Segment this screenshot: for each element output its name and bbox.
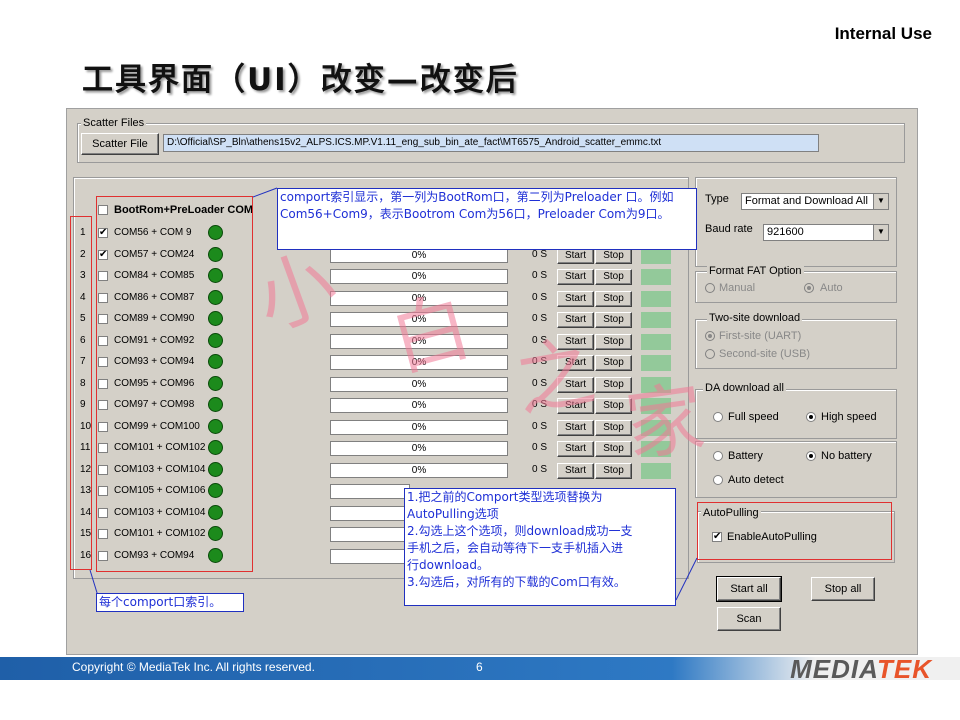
autopulling-note-line: 手机之后，会自动等待下一支手机插入进: [407, 541, 624, 555]
comport-note: comport索引显示，第一列为BootRom口，第二列为Preloader 口…: [277, 188, 697, 250]
autopulling-note-line: AutoPulling选项: [407, 507, 499, 521]
index-note: 每个comport口索引。: [96, 593, 244, 612]
autopulling-note: 1.把之前的Comport类型选项替换为 AutoPulling选项 2.勾选上这个…: [404, 488, 676, 606]
autopulling-note-line: 行download。: [407, 558, 490, 572]
copyright-text: Copyright © MediaTek Inc. All rights res…: [72, 660, 315, 674]
comport-callout-line: [252, 187, 278, 198]
autopulling-note-line: 3.勾选后，对所有的下载的Com口有效。: [407, 575, 626, 589]
brand-right: TEK: [877, 654, 932, 684]
page-number: 6: [476, 660, 483, 674]
mediatek-logo: MEDIATEK: [790, 654, 932, 685]
callout-lines: [89, 187, 698, 601]
autopulling-callout-line: [675, 557, 698, 601]
autopulling-note-line: 1.把之前的Comport类型选项替换为: [407, 490, 603, 504]
autopulling-note-line: 2.勾选上这个选项，则download成功一支: [407, 524, 633, 538]
brand-left: MEDIA: [790, 654, 877, 684]
